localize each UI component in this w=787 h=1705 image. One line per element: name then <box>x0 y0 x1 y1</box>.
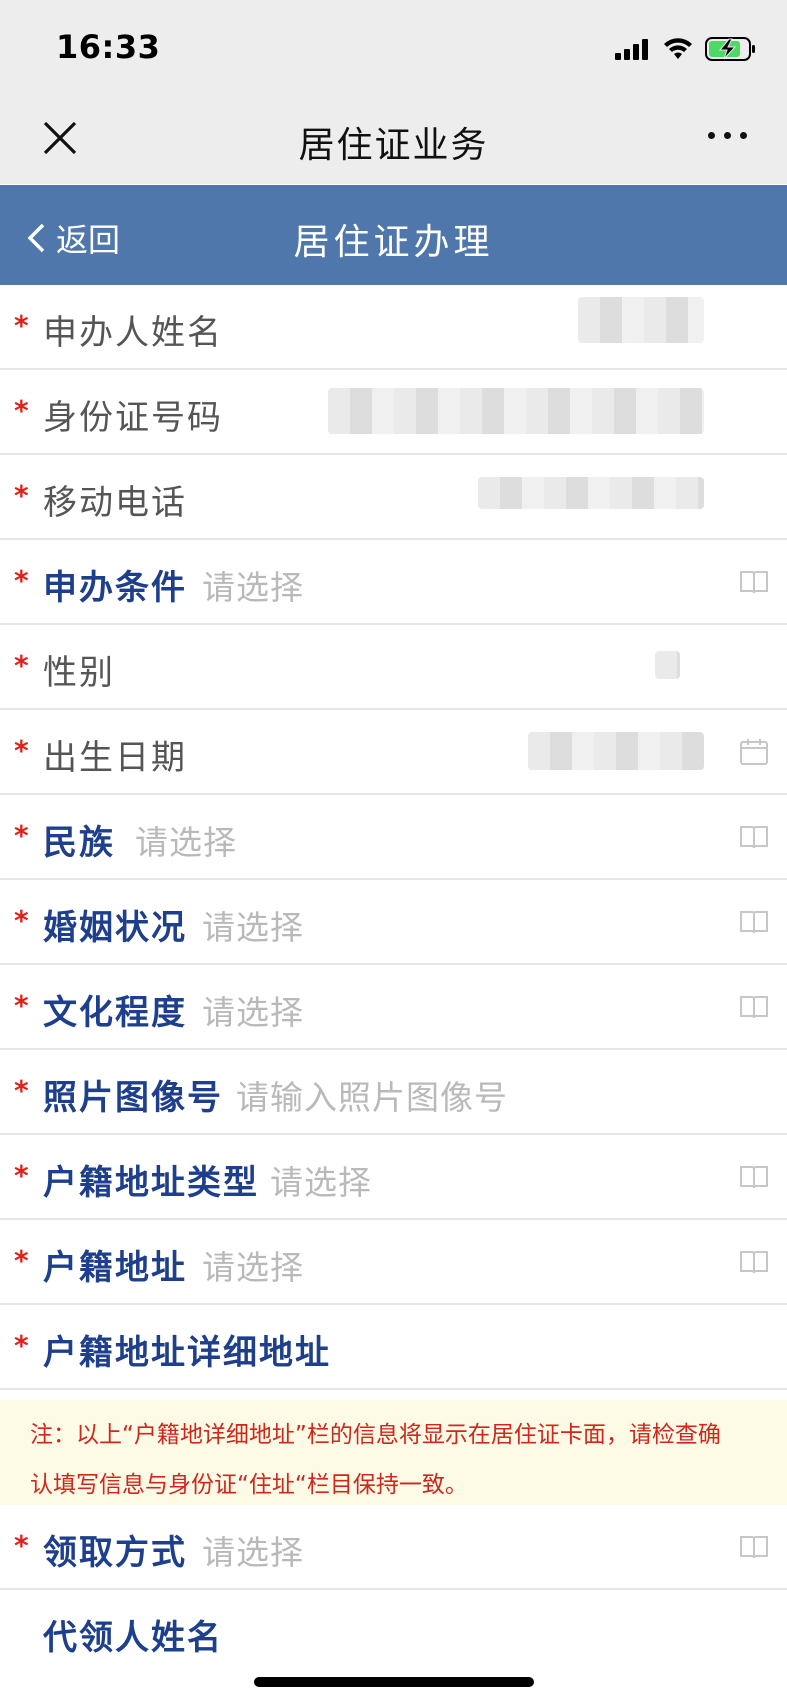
battery-charging-icon <box>705 37 755 61</box>
field-label: 婚姻状况 <box>43 908 187 948</box>
field-label: 领取方式 <box>43 1533 187 1573</box>
select-placeholder: 请选择 <box>202 993 304 1032</box>
notice-line-1: 注：以上“户籍地详细地址”栏的信息将显示在居住证卡面，请检查确 <box>30 1422 721 1448</box>
field-label: 户籍地址类型 <box>43 1163 259 1203</box>
form-row-applicant-name[interactable]: * 申办人姓名 <box>0 285 787 370</box>
book-icon[interactable] <box>739 568 769 596</box>
form-row-id-number[interactable]: * 身份证号码 <box>0 370 787 455</box>
required-mark: * <box>14 989 29 1022</box>
form-row-mobile-phone[interactable]: * 移动电话 <box>0 455 787 540</box>
field-label: 申办人姓名 <box>43 313 223 353</box>
form-row-photo-number[interactable]: * 照片图像号 请输入照片图像号 <box>0 1050 787 1135</box>
required-mark: * <box>14 734 29 767</box>
required-mark: * <box>14 819 29 852</box>
book-icon[interactable] <box>739 823 769 851</box>
field-label: 身份证号码 <box>43 398 223 438</box>
form-row-marital-status[interactable]: * 婚姻状况 请选择 <box>0 880 787 965</box>
required-mark: * <box>14 1074 29 1107</box>
field-label: 代领人姓名 <box>43 1618 223 1658</box>
field-label: 民族 <box>43 823 115 863</box>
field-label: 性别 <box>43 653 115 693</box>
notice-line-2: 认填写信息与身份证“住址“栏目保持一致。 <box>30 1472 468 1498</box>
signal-icon <box>615 39 648 60</box>
form-row-birth-date[interactable]: * 出生日期 <box>0 710 787 795</box>
wechat-title-bar: 居住证业务 <box>0 94 787 184</box>
form-row-ethnicity[interactable]: * 民族 请选择 <box>0 795 787 880</box>
required-mark: * <box>14 309 29 342</box>
select-placeholder: 请选择 <box>202 1533 304 1572</box>
calendar-icon[interactable] <box>739 738 769 766</box>
form-row-household-address-type[interactable]: * 户籍地址类型 请选择 <box>0 1135 787 1220</box>
form-row-household-address-detail[interactable]: * 户籍地址详细地址 <box>0 1305 787 1390</box>
book-icon[interactable] <box>739 993 769 1021</box>
required-mark: * <box>14 904 29 937</box>
required-mark: * <box>14 1329 29 1362</box>
field-label: 照片图像号 <box>43 1078 223 1118</box>
redacted-value <box>655 651 680 679</box>
required-mark: * <box>14 649 29 682</box>
required-mark: * <box>14 1159 29 1192</box>
redacted-value <box>478 477 704 509</box>
home-indicator <box>254 1677 534 1687</box>
field-label: 户籍地址 <box>43 1248 187 1288</box>
required-mark: * <box>14 1529 29 1562</box>
book-icon[interactable] <box>739 1248 769 1276</box>
form-row-gender[interactable]: * 性别 <box>0 625 787 710</box>
form-row-application-condition[interactable]: * 申办条件 请选择 <box>0 540 787 625</box>
status-icons <box>615 34 757 64</box>
redacted-value <box>328 388 704 434</box>
required-mark: * <box>14 394 29 427</box>
field-label: 申办条件 <box>43 568 187 608</box>
required-mark: * <box>14 564 29 597</box>
select-placeholder: 请选择 <box>202 568 304 607</box>
select-placeholder: 请选择 <box>202 908 304 947</box>
field-label: 户籍地址详细地址 <box>43 1333 331 1373</box>
address-notice: 注：以上“户籍地详细地址”栏的信息将显示在居住证卡面，请检查确 认填写信息与身份… <box>0 1400 787 1505</box>
book-icon[interactable] <box>739 1533 769 1561</box>
select-placeholder: 请选择 <box>270 1163 372 1202</box>
redacted-value <box>578 297 704 343</box>
status-bar: 16:33 <box>0 0 787 94</box>
more-icon[interactable] <box>708 132 747 139</box>
required-mark: * <box>14 1244 29 1277</box>
wechat-page-title: 居住证业务 <box>298 125 489 166</box>
select-placeholder: 请选择 <box>135 823 237 862</box>
field-label: 文化程度 <box>43 993 187 1033</box>
field-label: 出生日期 <box>43 738 187 778</box>
redacted-value <box>528 732 704 770</box>
book-icon[interactable] <box>739 1163 769 1191</box>
page-title: 居住证办理 <box>293 222 494 263</box>
application-form: * 申办人姓名 * 身份证号码 * 移动电话 * 申办条件 请选择 * 性别 *… <box>0 285 787 1675</box>
book-icon[interactable] <box>739 908 769 936</box>
required-mark: * <box>14 479 29 512</box>
form-row-pickup-method[interactable]: * 领取方式 请选择 <box>0 1505 787 1590</box>
nav-bar: 返回 居住证办理 <box>0 185 787 285</box>
wifi-icon <box>664 38 692 59</box>
status-time: 16:33 <box>56 28 161 66</box>
field-label: 移动电话 <box>43 483 187 523</box>
form-row-proxy-name[interactable]: 代领人姓名 <box>0 1590 787 1675</box>
select-placeholder: 请选择 <box>202 1248 304 1287</box>
form-row-household-address[interactable]: * 户籍地址 请选择 <box>0 1220 787 1305</box>
photo-number-input[interactable]: 请输入照片图像号 <box>236 1071 508 1119</box>
form-row-education[interactable]: * 文化程度 请选择 <box>0 965 787 1050</box>
